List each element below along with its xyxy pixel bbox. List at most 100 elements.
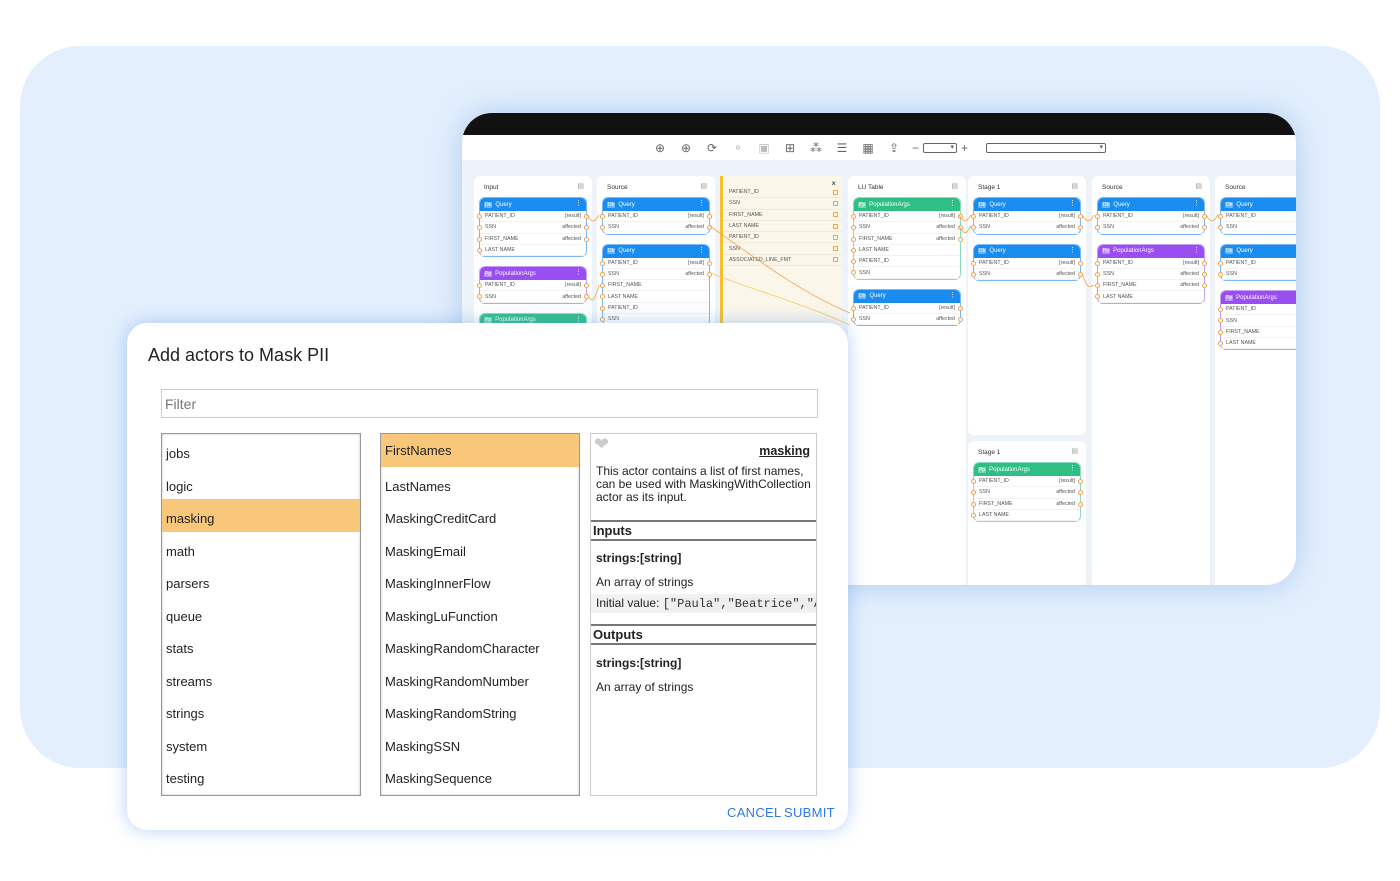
output-port[interactable] [1078,271,1083,277]
node-header[interactable]: PpPopulationArgs ⋮ [1098,244,1204,258]
menu-icon[interactable]: ▤ [1071,182,1078,190]
flow-select[interactable]: ▾ [986,142,1107,153]
input-port[interactable] [600,260,605,266]
category-item[interactable]: testing [162,759,360,792]
output-port[interactable] [1078,225,1083,231]
actor-item[interactable]: MaskingCreditCard [381,499,579,532]
actor-item[interactable]: FirstNames [381,434,579,467]
output-port[interactable] [1078,479,1083,484]
actor-item[interactable]: MaskingEmail [381,532,579,565]
input-port[interactable] [1218,260,1223,266]
actor-node[interactable]: Pp PopulationArgs ⋮ PATIENT_ID [result] SSN af… [971,462,1083,523]
input-port[interactable] [851,225,856,231]
zoom-in-icon[interactable]: ⊕ [652,141,668,155]
output-port[interactable] [1202,271,1207,277]
table-search-icon[interactable]: ▦ [860,141,876,155]
input-port[interactable] [971,512,976,518]
actor-node[interactable]: Pp PopulationArgs ⋮ PATIENT_ID [result] SSN af… [851,197,963,280]
node-header[interactable]: PpPopulationArgs ⋮ [854,198,960,211]
input-port[interactable] [1095,225,1100,231]
output-port[interactable] [584,225,589,231]
input-port[interactable] [851,236,856,242]
actor-item[interactable]: MaskingLuFunction [381,597,579,630]
output-port[interactable] [1202,214,1207,219]
input-port[interactable] [971,490,976,496]
more-icon[interactable]: ⋮ [1069,246,1076,254]
group-icon[interactable]: ▣ [756,141,772,155]
actor-node[interactable]: Db Query ⋮ PATIENT_ID [result] SSN affected [851,288,963,327]
more-icon[interactable]: ⋮ [575,199,582,207]
port[interactable] [833,189,838,195]
input-port[interactable] [851,247,856,253]
actor-node[interactable]: Db Query ⋮ PATIENT_ID [result] SSN affected [600,197,712,235]
actor-item[interactable]: MaskingRandomString [381,694,579,727]
category-item[interactable]: math [162,532,360,565]
actor-node[interactable]: PpPopulationArgs⋮PATIENT_ID SSN FIRST_NAME… [1218,290,1296,351]
heart-icon[interactable]: ❤ [594,434,609,455]
output-port[interactable] [584,236,589,242]
category-item[interactable]: queue [162,597,360,630]
output-port[interactable] [584,214,589,219]
actor-item[interactable]: MaskingInnerFlow [381,564,579,597]
category-item[interactable]: masking [162,499,360,532]
input-port[interactable] [971,479,976,484]
input-port[interactable] [971,260,976,266]
category-item[interactable]: system [162,727,360,760]
close-icon[interactable]: × [831,179,836,188]
output-port[interactable] [707,225,712,231]
output-port[interactable] [1202,260,1207,266]
category-link[interactable]: masking [759,444,810,458]
zoom-out-button[interactable]: − [912,141,919,155]
output-port[interactable] [1078,214,1083,219]
node-header[interactable]: DbQuery⋮ [1098,198,1204,211]
output-port[interactable] [707,260,712,266]
input-port[interactable] [600,225,605,231]
port[interactable] [833,223,838,229]
output-port[interactable] [584,294,589,300]
graph-icon[interactable]: ⁂ [808,141,824,155]
submit-button[interactable]: SUBMIT [784,805,835,820]
input-port[interactable] [477,225,482,231]
input-port[interactable] [1218,329,1223,335]
category-item[interactable]: strings [162,694,360,727]
output-port[interactable] [1202,225,1207,231]
input-port[interactable] [1218,225,1223,231]
menu-icon[interactable]: ▤ [1195,182,1202,190]
input-port[interactable] [1218,341,1223,347]
node-header[interactable]: DbQuery⋮ [603,244,709,258]
menu-icon[interactable]: ▤ [577,182,584,190]
input-port[interactable] [971,501,976,507]
input-port[interactable] [1095,271,1100,277]
input-port[interactable] [477,294,482,300]
node-header[interactable]: PpPopulationArgs ⋮ [480,267,586,281]
output-port[interactable] [1078,501,1083,507]
category-item[interactable]: jobs [162,434,360,467]
actor-item[interactable]: MaskingSSN [381,727,579,760]
input-port[interactable] [1095,214,1100,219]
actor-node[interactable]: DbQuery⋮ PATIENT_ID SSN [1218,197,1296,235]
add-table-icon[interactable]: ⊞ [782,141,798,155]
refresh-icon[interactable]: ⟳ [704,141,720,155]
node-header[interactable]: DbQuery⋮ [1221,244,1296,258]
actor-item[interactable]: MaskingRandomNumber [381,662,579,695]
more-icon[interactable]: ⋮ [698,199,705,207]
actor-node[interactable]: Db Query ⋮ PATIENT_ID [result] SSN affected [1095,197,1207,235]
actor-node[interactable]: Db Query ⋮ PATIENT_ID [result] SSN affected [971,197,1083,235]
zoom-select[interactable]: ▾ [923,142,957,153]
node-header[interactable]: DbQuery⋮ [603,198,709,211]
actor-node[interactable]: Db Query ⋮ PATIENT_ID [result] SSN affected FIR… [477,197,589,258]
input-port[interactable] [971,225,976,231]
input-port[interactable] [1218,271,1223,277]
input-port[interactable] [851,317,856,323]
input-port[interactable] [600,283,605,289]
output-port[interactable] [958,236,963,242]
actor-item[interactable]: LastNames [381,467,579,500]
export-icon[interactable]: ⇪ [886,141,902,155]
input-port[interactable] [600,294,605,300]
add-circle-icon[interactable]: ⊕ [678,141,694,155]
node-header[interactable]: DbQuery⋮ [1221,198,1296,211]
node-header[interactable]: DbQuery⋮ [854,289,960,303]
actor-node[interactable]: Pp PopulationArgs ⋮ PATIENT_ID [result] SSN af… [477,266,589,304]
actor-item[interactable]: MaskingSequence [381,759,579,792]
input-port[interactable] [1218,318,1223,324]
